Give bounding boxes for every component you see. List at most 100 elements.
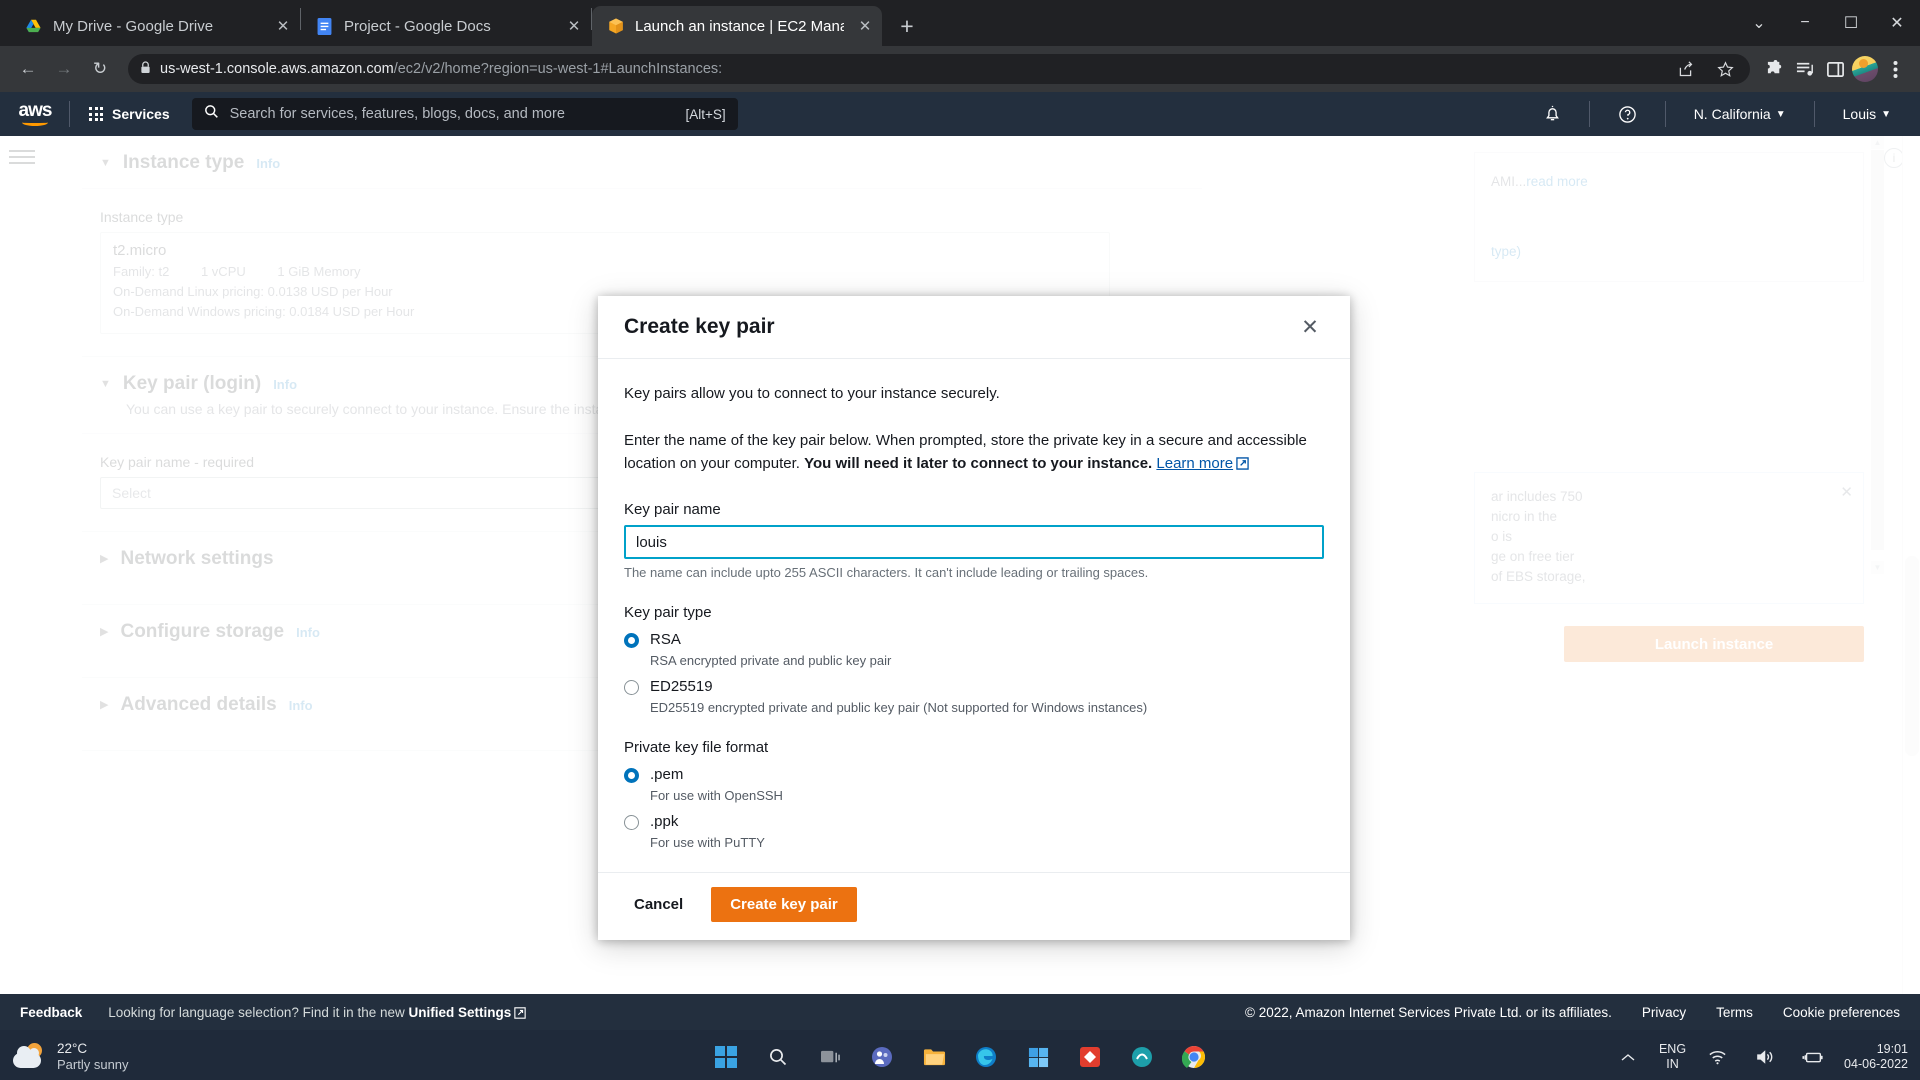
- chrome-icon[interactable]: [1177, 1040, 1211, 1074]
- key-pair-name-input[interactable]: [624, 525, 1324, 559]
- new-tab-button[interactable]: +: [890, 9, 924, 43]
- radio-option-rsa[interactable]: RSA RSA encrypted private and public key…: [624, 631, 1324, 668]
- address-bar[interactable]: us-west-1.console.aws.amazon.com/ec2/v2/…: [128, 54, 1750, 84]
- taskbar-date: 04-06-2022: [1844, 1057, 1908, 1072]
- radio-description: For use with PuTTY: [650, 835, 765, 850]
- radio-button[interactable]: [624, 680, 639, 695]
- profile-avatar[interactable]: [1852, 56, 1878, 82]
- browser-tab-1[interactable]: Project - Google Docs ✕: [301, 6, 591, 46]
- taskbar-app-icons: [709, 1040, 1211, 1074]
- media-playlist-icon[interactable]: [1792, 56, 1818, 82]
- modal-title: Create key pair: [624, 315, 775, 339]
- app-red-icon[interactable]: [1073, 1040, 1107, 1074]
- radio-option-ed25519[interactable]: ED25519 ED25519 encrypted private and pu…: [624, 678, 1324, 715]
- cookie-preferences-link[interactable]: Cookie preferences: [1783, 1005, 1900, 1020]
- radio-description: For use with OpenSSH: [650, 788, 783, 803]
- terms-link[interactable]: Terms: [1716, 1005, 1753, 1020]
- search-icon: [204, 104, 219, 124]
- help-question-icon[interactable]: [1603, 105, 1652, 124]
- microsoft-store-icon[interactable]: [1021, 1040, 1055, 1074]
- privacy-link[interactable]: Privacy: [1642, 1005, 1686, 1020]
- create-key-pair-modal: Create key pair ✕ Key pairs allow you to…: [598, 296, 1350, 940]
- extensions-puzzle-icon[interactable]: [1762, 56, 1788, 82]
- wifi-icon[interactable]: [1700, 1040, 1734, 1074]
- window-minimize-button[interactable]: −: [1782, 0, 1828, 46]
- modal-body: Key pairs allow you to connect to your i…: [598, 359, 1350, 872]
- region-label: N. California: [1694, 106, 1771, 122]
- app-teal-icon[interactable]: [1125, 1040, 1159, 1074]
- tab-close-icon[interactable]: ✕: [272, 15, 294, 37]
- chevron-up-icon[interactable]: [1611, 1040, 1645, 1074]
- side-panel-icon[interactable]: [1822, 56, 1848, 82]
- external-link-icon[interactable]: [1236, 454, 1248, 466]
- radio-option-ppk[interactable]: .ppk For use with PuTTY: [624, 813, 1324, 850]
- region-selector[interactable]: N. California ▼: [1679, 106, 1801, 122]
- weather-description: Partly sunny: [57, 1057, 129, 1073]
- services-menu-button[interactable]: Services: [83, 102, 176, 126]
- aws-ec2-icon: [606, 17, 625, 36]
- header-divider: [1589, 101, 1590, 127]
- feedback-link[interactable]: Feedback: [20, 1005, 82, 1020]
- tab-close-icon[interactable]: ✕: [854, 15, 876, 37]
- modal-paragraph-2-bold: You will need it later to connect to you…: [804, 455, 1152, 472]
- forward-button[interactable]: →: [48, 53, 80, 85]
- radio-description: ED25519 encrypted private and public key…: [650, 700, 1147, 715]
- reload-button[interactable]: ↻: [84, 53, 116, 85]
- services-label: Services: [112, 106, 170, 122]
- window-controls: ⌄ − ☐ ✕: [1736, 0, 1920, 46]
- key-pair-name-label: Key pair name: [624, 501, 1324, 518]
- external-link-icon[interactable]: [514, 1007, 526, 1019]
- unified-settings-link[interactable]: Unified Settings: [408, 1005, 511, 1020]
- learn-more-link[interactable]: Learn more: [1156, 455, 1233, 472]
- window-maximize-button[interactable]: ☐: [1828, 0, 1874, 46]
- task-view-icon[interactable]: [813, 1040, 847, 1074]
- grid-menu-icon: [89, 107, 103, 121]
- notifications-bell-icon[interactable]: [1529, 105, 1576, 123]
- modal-paragraph-1: Key pairs allow you to connect to your i…: [624, 385, 1324, 402]
- aws-header-right: N. California ▼ Louis ▼: [1529, 101, 1906, 127]
- copyright-text: © 2022, Amazon Internet Services Private…: [1245, 1005, 1612, 1020]
- windows-start-icon[interactable]: [709, 1040, 743, 1074]
- battery-charging-icon[interactable]: [1796, 1040, 1830, 1074]
- back-button[interactable]: ←: [12, 53, 44, 85]
- browser-tab-0[interactable]: My Drive - Google Drive ✕: [10, 6, 300, 46]
- radio-button[interactable]: [624, 633, 639, 648]
- edge-icon[interactable]: [969, 1040, 1003, 1074]
- cancel-button[interactable]: Cancel: [624, 889, 693, 920]
- search-icon[interactable]: [761, 1040, 795, 1074]
- modal-paragraph-2: Enter the name of the key pair below. Wh…: [624, 429, 1324, 475]
- file-explorer-icon[interactable]: [917, 1040, 951, 1074]
- aws-search-bar[interactable]: Search for services, features, blogs, do…: [192, 98, 738, 130]
- radio-button[interactable]: [624, 815, 639, 830]
- header-divider: [1665, 101, 1666, 127]
- radio-button[interactable]: [624, 768, 639, 783]
- aws-search-placeholder: Search for services, features, blogs, do…: [230, 106, 675, 122]
- window-close-button[interactable]: ✕: [1874, 0, 1920, 46]
- aws-logo[interactable]: aws: [14, 103, 56, 126]
- weather-widget[interactable]: 22°C Partly sunny: [12, 1041, 129, 1073]
- radio-option-pem[interactable]: .pem For use with OpenSSH: [624, 766, 1324, 803]
- star-icon[interactable]: [1712, 56, 1738, 82]
- create-key-pair-button[interactable]: Create key pair: [711, 887, 857, 922]
- teams-icon[interactable]: [865, 1040, 899, 1074]
- tab-close-icon[interactable]: ✕: [563, 15, 585, 37]
- close-icon[interactable]: ✕: [1296, 313, 1324, 341]
- language-note: Looking for language selection? Find it …: [108, 1005, 526, 1020]
- partly-sunny-icon: [12, 1043, 46, 1071]
- language-indicator[interactable]: ENG IN: [1659, 1042, 1686, 1072]
- lock-icon: [140, 61, 151, 77]
- key-pair-name-hint: The name can include upto 255 ASCII char…: [624, 565, 1324, 580]
- tab-search-chevron-icon[interactable]: ⌄: [1736, 0, 1782, 46]
- more-menu-icon[interactable]: [1882, 56, 1908, 82]
- clock-widget[interactable]: 19:01 04-06-2022: [1844, 1042, 1908, 1072]
- radio-label: .ppk: [650, 813, 678, 830]
- speaker-icon[interactable]: [1748, 1040, 1782, 1074]
- language-bottom: IN: [1659, 1057, 1686, 1072]
- header-divider: [69, 101, 70, 127]
- aws-search-shortcut: [Alt+S]: [685, 107, 725, 122]
- browser-tab-title: Project - Google Docs: [344, 18, 553, 35]
- account-menu[interactable]: Louis ▼: [1828, 106, 1906, 122]
- browser-tab-2-active[interactable]: Launch an instance | EC2 Manage ✕: [592, 6, 882, 46]
- share-icon[interactable]: [1672, 56, 1698, 82]
- aws-console: aws Services Search for services, featur…: [0, 92, 1920, 1030]
